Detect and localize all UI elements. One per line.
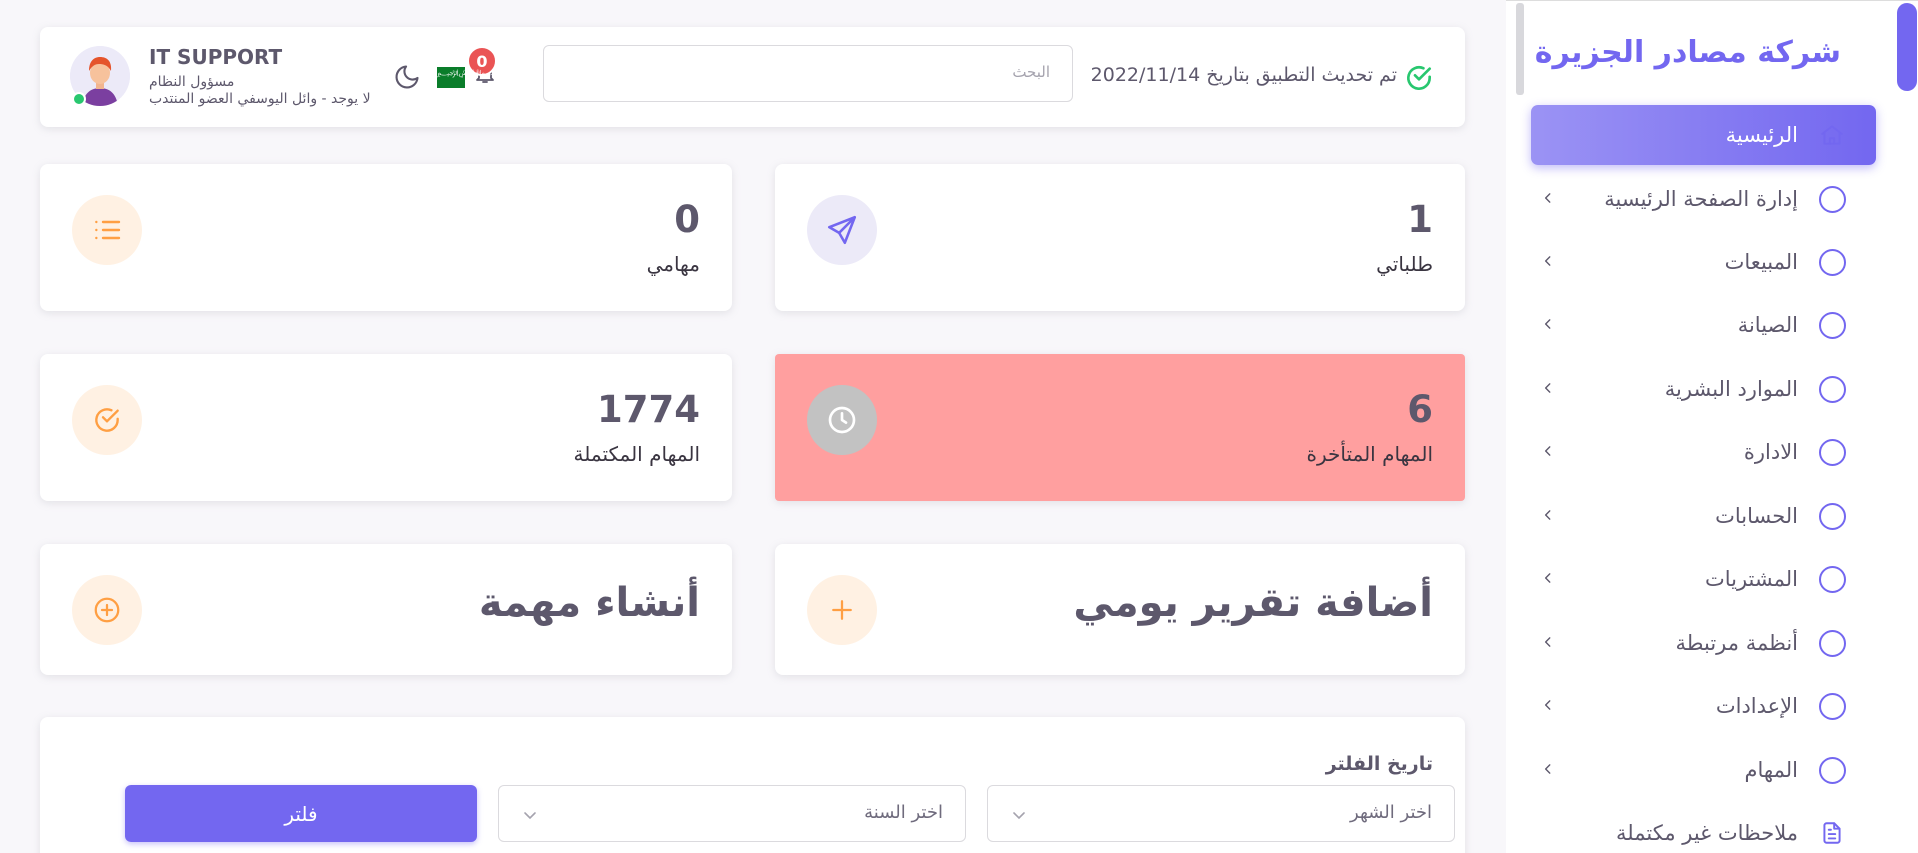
- circle-icon: [1818, 311, 1846, 339]
- late-tasks-count: 6: [1407, 388, 1433, 431]
- my-tasks-card[interactable]: 0 مهامي: [40, 164, 732, 311]
- year-select-value: اختر السنة: [864, 802, 943, 823]
- plus-icon[interactable]: [807, 575, 877, 645]
- chevron-left-icon: [1544, 319, 1551, 329]
- document-icon: [1818, 819, 1846, 847]
- circle-icon: [1818, 692, 1846, 720]
- late-tasks-label: المهام المتأخرة: [1306, 442, 1433, 466]
- sidebar-scrollbar[interactable]: [1896, 1, 1918, 853]
- circle-icon: [1818, 565, 1846, 593]
- sidebar-item-settings[interactable]: الإعدادات: [1531, 676, 1876, 736]
- brand-title[interactable]: شركة مصادر الجزيرة: [1535, 35, 1841, 70]
- add-daily-report-card[interactable]: أضافة تقرير يومي: [775, 544, 1465, 675]
- chevron-left-icon: [1544, 510, 1551, 520]
- sidebar-item-purchases[interactable]: المشتريات: [1531, 549, 1876, 609]
- chevron-left-icon: [1544, 764, 1551, 774]
- completed-tasks-card[interactable]: 1774 المهام المكتملة: [40, 354, 732, 501]
- sidebar-item-hr[interactable]: الموارد البشرية: [1531, 359, 1876, 419]
- completed-tasks-label: المهام المكتملة: [573, 442, 700, 466]
- sidebar-item-accounts[interactable]: الحسابات: [1531, 486, 1876, 546]
- sidebar-item-label: الادارة: [1743, 440, 1798, 464]
- completed-tasks-count: 1774: [597, 388, 700, 431]
- scrollbar-thumb[interactable]: [1897, 3, 1917, 91]
- chevron-left-icon: [1544, 573, 1551, 583]
- sidebar-item-label: المهام: [1744, 758, 1798, 782]
- chevron-left-icon: [1544, 193, 1551, 203]
- search-input[interactable]: البحث: [543, 45, 1073, 102]
- circle-icon: [1818, 248, 1846, 276]
- sidebar-item-tasks[interactable]: المهام: [1531, 740, 1876, 800]
- filter-button[interactable]: فلتر: [125, 785, 477, 842]
- circle-icon: [1818, 629, 1846, 657]
- circle-icon: [1818, 438, 1846, 466]
- create-task-card[interactable]: أنشاء مهمة: [40, 544, 732, 675]
- sidebar-item-incomplete-notes[interactable]: ملاحظات غير مكتملة: [1531, 803, 1876, 853]
- chevron-left-icon: [1544, 700, 1551, 710]
- sidebar-item-sales[interactable]: المبيعات: [1531, 232, 1876, 292]
- clock-icon: [807, 385, 877, 455]
- circle-icon: [1818, 502, 1846, 530]
- user-subtitle: لا يوجد - وائل اليوسفي العضو المنتدب: [149, 91, 371, 107]
- sidebar-item-linked-systems[interactable]: أنظمة مرتبطة: [1531, 613, 1876, 673]
- sidebar-item-administration[interactable]: الادارة: [1531, 422, 1876, 482]
- sidebar-item-label: إدارة الصفحة الرئيسية: [1604, 187, 1798, 211]
- sidebar-item-label: المبيعات: [1724, 250, 1798, 274]
- sidebar-item-label: الصيانة: [1737, 313, 1798, 337]
- sidebar-item-label: الرئيسية: [1725, 123, 1798, 147]
- my-requests-card[interactable]: 1 طلباتي: [775, 164, 1465, 311]
- circle-icon: [1818, 375, 1846, 403]
- year-select[interactable]: اختر السنة: [498, 785, 966, 842]
- month-select-value: اختر الشهر: [1350, 802, 1432, 823]
- chevron-down-icon: [1013, 812, 1025, 820]
- my-tasks-label: مهامي: [646, 252, 700, 276]
- top-navbar: تم تحديث التطبيق بتاريخ 2022/11/14 البحث…: [40, 27, 1465, 127]
- create-task-title: أنشاء مهمة: [478, 580, 700, 626]
- chevron-down-icon: [524, 812, 536, 820]
- sidebar-item-label: أنظمة مرتبطة: [1675, 631, 1798, 655]
- sidebar: شركة مصادر الجزيرة الرئيسية إدارة الصفحة…: [1506, 0, 1918, 853]
- chevron-left-icon: [1544, 256, 1551, 266]
- check-circle-icon: [1407, 66, 1431, 90]
- chevron-left-icon: [1544, 383, 1551, 393]
- my-requests-label: طلباتي: [1376, 252, 1433, 276]
- add-daily-report-title: أضافة تقرير يومي: [1073, 580, 1433, 626]
- my-requests-count: 1: [1407, 198, 1433, 241]
- search-placeholder: البحث: [1012, 63, 1050, 81]
- online-status-dot: [72, 92, 86, 106]
- sidebar-item-label: الحسابات: [1715, 504, 1798, 528]
- home-icon: [1818, 121, 1846, 149]
- sidebar-item-label: الموارد البشرية: [1664, 377, 1798, 401]
- chevron-left-icon: [1544, 637, 1551, 647]
- plus-circle-icon[interactable]: [72, 575, 142, 645]
- sidebar-item-homepage-management[interactable]: إدارة الصفحة الرئيسية: [1531, 169, 1876, 229]
- moon-icon[interactable]: [393, 63, 421, 91]
- user-name: IT SUPPORT: [149, 45, 283, 69]
- sidebar-item-maintenance[interactable]: الصيانة: [1531, 295, 1876, 355]
- list-icon: [72, 195, 142, 265]
- circle-icon: [1818, 756, 1846, 784]
- saudi-flag-icon[interactable]: ﷽: [437, 67, 498, 88]
- my-tasks-count: 0: [674, 198, 700, 241]
- update-status-text: تم تحديث التطبيق بتاريخ 2022/11/14: [1090, 64, 1397, 86]
- sidebar-item-home[interactable]: الرئيسية: [1531, 105, 1876, 165]
- late-tasks-card[interactable]: 6 المهام المتأخرة: [775, 354, 1465, 501]
- circle-icon: [1818, 185, 1846, 213]
- sidebar-item-label: الإعدادات: [1715, 694, 1798, 718]
- filter-title: تاريخ الفلتر: [1325, 753, 1433, 775]
- month-select[interactable]: اختر الشهر: [987, 785, 1455, 842]
- check-circle-icon: [72, 385, 142, 455]
- sidebar-item-label: ملاحظات غير مكتملة: [1616, 821, 1798, 845]
- sidebar-item-label: المشتريات: [1704, 567, 1798, 591]
- sidebar-divider: [1516, 3, 1524, 95]
- chevron-left-icon: [1544, 446, 1551, 456]
- send-icon: [807, 195, 877, 265]
- flag-text: ﷽: [437, 68, 499, 77]
- filter-card: تاريخ الفلتر اختر الشهر اختر السنة فلتر: [40, 717, 1465, 853]
- user-role: مسؤول النظام: [149, 74, 235, 90]
